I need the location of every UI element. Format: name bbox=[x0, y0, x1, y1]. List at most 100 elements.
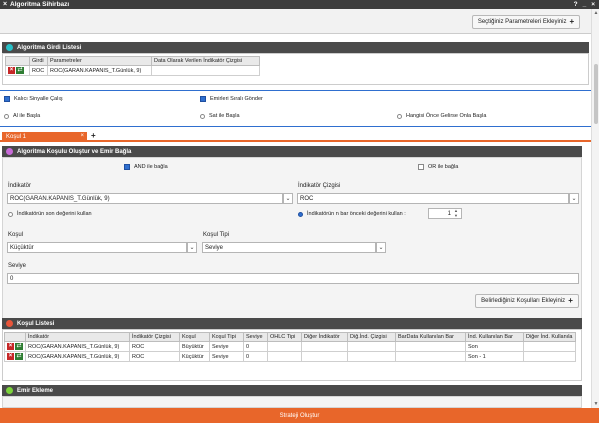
cell-parametreler: ROC(GARAN.KAPANIS_T.Günlük, 9) bbox=[47, 65, 152, 76]
cell-empty bbox=[523, 351, 576, 362]
column-header: OHLC Tipi bbox=[267, 332, 302, 342]
checkbox-icon bbox=[200, 96, 206, 102]
row-actions: × ⇄ bbox=[4, 341, 26, 352]
table-row[interactable]: × ⇄ ROC(GARAN.KAPANIS_T.Günlük, 9) ROC Bü… bbox=[4, 341, 576, 352]
divider bbox=[0, 90, 591, 91]
wizard-content: Seçtiğiniz Parametreleri Ekleyiniz + Alg… bbox=[0, 9, 591, 408]
seviye-label: Seviye bbox=[8, 263, 27, 269]
tab-label: Koşul 1 bbox=[6, 134, 27, 140]
condition-list-body: İndikatör İndikatör Çizgisi Koşul Koşul … bbox=[2, 329, 582, 381]
chevron-down-icon[interactable]: ⌄ bbox=[283, 193, 293, 204]
column-header: Data Olarak Verilen İndikatör Çizgisi bbox=[151, 56, 260, 66]
indikator-value: ROC(GARAN.KAPANIS_T.Günlük, 9) bbox=[10, 195, 110, 202]
or-label: OR ile bağla bbox=[428, 164, 459, 170]
radio-icon bbox=[298, 211, 303, 217]
son-deger-radio[interactable]: İndikatörün son değerini kullan bbox=[8, 211, 92, 217]
n-bar-radio[interactable]: İndikatörün n bar önceki değerini kullan… bbox=[298, 211, 406, 217]
condition-panel-title: Algoritma Koşulu Oluştur ve Emir Bağla bbox=[17, 148, 132, 155]
delete-icon[interactable]: × bbox=[7, 343, 14, 350]
chevron-down-icon[interactable]: ⌄ bbox=[376, 242, 386, 253]
scroll-down-icon[interactable]: ▼ bbox=[593, 401, 599, 407]
radio-icon bbox=[4, 113, 9, 119]
al-ile-basla-radio[interactable]: Al ile Başla bbox=[4, 113, 40, 119]
delete-icon[interactable]: × bbox=[8, 67, 15, 74]
cell-empty bbox=[301, 341, 348, 352]
or-checkbox[interactable]: OR ile bağla bbox=[418, 164, 458, 170]
help-icon[interactable]: ? bbox=[574, 1, 578, 8]
cell-kosul: Büyüktür bbox=[179, 341, 210, 352]
sat-ile-basla-radio[interactable]: Sat ile Başla bbox=[200, 113, 240, 119]
order-panel-dot-icon bbox=[6, 387, 13, 394]
column-header: Koşul bbox=[179, 332, 210, 342]
cizgi-select[interactable]: ROC bbox=[297, 193, 569, 204]
edit-icon[interactable]: ⇄ bbox=[15, 343, 23, 350]
stepper-arrows-icon[interactable]: ▲ ▼ bbox=[454, 208, 458, 218]
divider bbox=[0, 126, 591, 127]
chevron-down-icon[interactable]: ⌄ bbox=[187, 242, 197, 253]
seviye-value: 0 bbox=[10, 275, 14, 282]
tab-kosul-1[interactable]: Koşul 1 × bbox=[2, 132, 87, 142]
window-title: Algoritma Sihirbazı bbox=[10, 1, 70, 8]
input-list-body: Girdi Parametreler Data Olarak Verilen İ… bbox=[2, 53, 589, 85]
cell-empty bbox=[395, 341, 466, 352]
close-icon[interactable]: × bbox=[591, 1, 595, 8]
cell-tip: Seviye bbox=[209, 351, 244, 362]
condition-panel-header: Algoritma Koşulu Oluştur ve Emir Bağla bbox=[2, 146, 582, 157]
order-panel-header: Emir Ekleme bbox=[2, 385, 582, 396]
chevron-down-icon[interactable]: ⌄ bbox=[569, 193, 579, 204]
table-row[interactable]: × ⇄ ROC ROC(GARAN.KAPANIS_T.Günlük, 9) bbox=[5, 65, 260, 76]
radio-icon bbox=[8, 211, 13, 217]
sat-label: Sat ile Başla bbox=[209, 113, 240, 119]
kosul-tipi-select[interactable]: Seviye bbox=[202, 242, 376, 253]
delete-icon[interactable]: × bbox=[7, 353, 14, 360]
condition-tabs: Koşul 1 × + bbox=[0, 130, 591, 142]
condition-list-header: Koşul Listesi bbox=[2, 318, 582, 329]
add-conditions-label: Belirlediğiniz Koşulları Ekleyiniz bbox=[481, 298, 566, 304]
row-actions: × ⇄ bbox=[4, 351, 26, 362]
cell-seviye: 0 bbox=[243, 341, 268, 352]
actions-header bbox=[4, 332, 26, 342]
condition-panel-dot-icon bbox=[6, 148, 13, 155]
cizgi-label: İndikatör Çizgisi bbox=[298, 183, 341, 189]
minimize-icon[interactable]: _ bbox=[583, 1, 587, 8]
emirleri-sirali-checkbox[interactable]: Emirleri Sıralı Gönder bbox=[200, 96, 263, 102]
kalici-sinyal-checkbox[interactable]: Kalıcı Sinyalle Çalış bbox=[4, 96, 63, 102]
cell-indikator: ROC(GARAN.KAPANIS_T.Günlük, 9) bbox=[25, 341, 130, 352]
cell-empty bbox=[267, 351, 302, 362]
plus-icon: + bbox=[569, 17, 575, 26]
condition-list-dot-icon bbox=[6, 320, 13, 327]
scroll-thumb[interactable] bbox=[594, 64, 598, 124]
condition-list-table: İndikatör İndikatör Çizgisi Koşul Koşul … bbox=[4, 332, 576, 362]
close-wizard-icon[interactable]: × bbox=[0, 1, 10, 8]
column-header: Diğer İndikatör bbox=[301, 332, 348, 342]
cell-tip: Seviye bbox=[209, 341, 244, 352]
order-panel-title: Emir Ekleme bbox=[17, 387, 54, 394]
condition-list-title: Koşul Listesi bbox=[17, 320, 55, 327]
column-header: Diğ.İnd. Çizgisi bbox=[347, 332, 396, 342]
vertical-scrollbar[interactable]: ▲ ▼ bbox=[591, 9, 599, 408]
actions-header bbox=[5, 56, 30, 66]
cell-cizgi: ROC bbox=[129, 351, 180, 362]
column-header: İnd. Kullanılan Bar bbox=[465, 332, 524, 342]
radio-icon bbox=[200, 113, 205, 119]
seviye-input[interactable]: 0 bbox=[7, 273, 579, 284]
edit-icon[interactable]: ⇄ bbox=[15, 353, 23, 360]
tab-close-icon[interactable]: × bbox=[80, 133, 84, 139]
hangisi-once-radio[interactable]: Hangisi Önce Gelirse Onla Başla bbox=[397, 113, 486, 119]
table-row[interactable]: × ⇄ ROC(GARAN.KAPANIS_T.Günlük, 9) ROC Kü… bbox=[4, 351, 576, 362]
create-strategy-button[interactable]: Strateji Oluştur bbox=[0, 408, 599, 423]
add-conditions-button[interactable]: Belirlediğiniz Koşulları Ekleyiniz + bbox=[475, 294, 579, 308]
add-parameters-label: Seçtiğiniz Parametreleri Ekleyiniz bbox=[477, 19, 567, 25]
edit-icon[interactable]: ⇄ bbox=[16, 67, 24, 74]
and-checkbox[interactable]: AND ile bağla bbox=[124, 164, 168, 170]
add-parameters-button[interactable]: Seçtiğiniz Parametreleri Ekleyiniz + bbox=[472, 15, 580, 29]
scroll-up-icon[interactable]: ▲ bbox=[593, 10, 599, 16]
column-header: İndikatör bbox=[25, 332, 130, 342]
radio-icon bbox=[397, 113, 402, 119]
checkbox-icon bbox=[418, 164, 424, 170]
indikator-select[interactable]: ROC(GARAN.KAPANIS_T.Günlük, 9) bbox=[7, 193, 283, 204]
kosul-select[interactable]: Küçüktür bbox=[7, 242, 187, 253]
plus-icon: + bbox=[568, 296, 573, 305]
and-label: AND ile bağla bbox=[134, 164, 168, 170]
add-tab-icon[interactable]: + bbox=[91, 131, 96, 140]
